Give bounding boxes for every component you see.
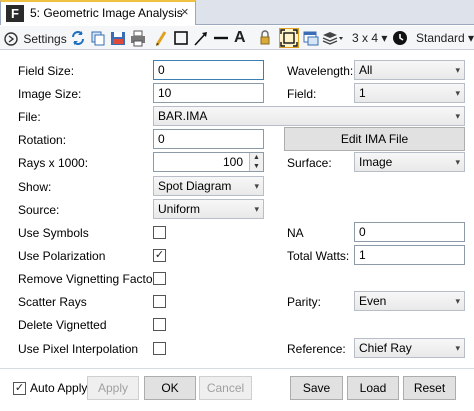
clock-icon[interactable] xyxy=(392,28,408,48)
arrow-icon[interactable] xyxy=(193,28,209,48)
save-button[interactable]: Save xyxy=(290,376,343,400)
rays-value: 100 xyxy=(222,155,243,169)
use-symbols-label: Use Symbols xyxy=(18,226,89,240)
chevron-down-icon: ▾ xyxy=(381,31,388,45)
text-icon[interactable]: A xyxy=(234,28,246,48)
copy-icon[interactable] xyxy=(90,28,106,48)
pencil-icon[interactable] xyxy=(154,28,168,48)
print-icon[interactable] xyxy=(130,28,146,48)
chevron-down-icon: ▾ xyxy=(455,88,460,98)
file-label: File: xyxy=(18,110,41,124)
auto-apply-label: Auto Apply xyxy=(30,381,88,395)
rotation-label: Rotation: xyxy=(18,133,67,147)
surface-label: Surface: xyxy=(287,156,332,170)
field-label: Field: xyxy=(287,87,317,101)
layout-dropdown[interactable]: 3 x 4 ▾ xyxy=(352,28,387,48)
use-polarization-checkbox[interactable]: ✓ xyxy=(153,249,166,262)
chevron-down-icon: ▾ xyxy=(254,204,259,214)
file-value: BAR.IMA xyxy=(158,109,208,123)
reset-button[interactable]: Reset xyxy=(403,376,456,400)
source-select[interactable]: Uniform ▾ xyxy=(153,199,264,219)
refresh-icon[interactable] xyxy=(70,28,86,48)
remove-vignetting-checkbox[interactable] xyxy=(153,272,166,285)
chevron-down-icon: ▾ xyxy=(455,65,460,75)
chevron-down-icon: ▾ xyxy=(455,157,460,167)
reference-value: Chief Ray xyxy=(359,341,412,355)
parity-value: Even xyxy=(359,294,387,308)
wavelength-label: Wavelength: xyxy=(287,64,354,78)
field-size-input[interactable]: 0 xyxy=(153,60,264,80)
scatter-rays-label: Scatter Rays xyxy=(18,295,87,309)
field-value: 1 xyxy=(359,86,366,100)
show-select[interactable]: Spot Diagram ▾ xyxy=(153,176,264,196)
spin-down-icon[interactable]: ▼ xyxy=(250,162,263,171)
na-input[interactable]: 0 xyxy=(354,222,465,242)
tab-strip: F 5: Geometric Image Analysis × xyxy=(0,0,474,25)
show-value: Spot Diagram xyxy=(158,179,232,193)
source-label: Source: xyxy=(18,203,60,217)
field-select[interactable]: 1 ▾ xyxy=(354,83,465,103)
save-icon[interactable] xyxy=(110,28,126,48)
spin-up-icon[interactable]: ▲ xyxy=(250,153,263,162)
image-size-input[interactable]: 10 xyxy=(153,83,264,103)
parity-label: Parity: xyxy=(287,295,322,309)
chevron-down-icon: ▾ xyxy=(455,343,460,353)
field-size-label: Field Size: xyxy=(18,64,75,78)
layout-label: 3 x 4 xyxy=(352,31,379,45)
pixel-interp-label: Use Pixel Interpolation xyxy=(18,342,139,356)
lock-icon[interactable] xyxy=(258,28,272,48)
rays-stepper[interactable]: 100 ▲ ▼ xyxy=(153,152,264,172)
settings-button[interactable]: Settings xyxy=(4,28,67,48)
delete-vignetted-label: Delete Vignetted xyxy=(18,318,107,332)
rectangle-icon[interactable] xyxy=(173,28,189,48)
load-button[interactable]: Load xyxy=(347,376,399,400)
pixel-interp-checkbox[interactable] xyxy=(153,342,166,355)
tab-title: 5: Geometric Image Analysis xyxy=(30,6,183,20)
tab-geometric-image-analysis[interactable]: F 5: Geometric Image Analysis × xyxy=(0,0,196,25)
settings-label: Settings xyxy=(23,31,67,46)
toolbar: Settings A 3 x 4 ▾ Standard ▾ xyxy=(0,26,474,50)
rays-spinner[interactable]: ▲ ▼ xyxy=(249,153,263,171)
surface-value: Image xyxy=(359,155,393,169)
chevron-down-icon: ▾ xyxy=(468,31,474,45)
wavelength-value: All xyxy=(359,63,373,77)
standard-label: Standard xyxy=(416,31,465,45)
ok-button[interactable]: OK xyxy=(144,376,196,400)
scatter-rays-checkbox[interactable] xyxy=(153,295,166,308)
standard-dropdown[interactable]: Standard ▾ xyxy=(416,28,474,48)
source-value: Uniform xyxy=(158,202,201,216)
apply-button[interactable]: Apply xyxy=(87,376,139,400)
rotation-input[interactable]: 0 xyxy=(153,129,264,149)
chevron-down-icon: ▾ xyxy=(455,111,460,121)
rays-label: Rays x 1000: xyxy=(18,156,89,170)
divider xyxy=(0,368,474,369)
total-watts-input[interactable]: 1 xyxy=(354,245,465,265)
reference-select[interactable]: Chief Ray ▾ xyxy=(354,338,465,358)
chevron-down-icon: ▾ xyxy=(254,181,259,191)
edit-ima-file-button[interactable]: Edit IMA File xyxy=(284,127,465,151)
close-icon[interactable]: × xyxy=(181,4,189,19)
na-label: NA xyxy=(287,226,304,240)
use-polarization-label: Use Polarization xyxy=(18,249,106,263)
use-symbols-checkbox[interactable] xyxy=(153,226,166,239)
reference-label: Reference: xyxy=(287,342,346,356)
cancel-button[interactable]: Cancel xyxy=(199,376,252,400)
settings-icon xyxy=(4,32,18,46)
wavelength-select[interactable]: All ▾ xyxy=(354,60,465,80)
layers-icon[interactable] xyxy=(322,28,344,48)
show-label: Show: xyxy=(18,180,52,194)
image-size-label: Image Size: xyxy=(18,87,82,101)
surface-select[interactable]: Image ▾ xyxy=(354,152,465,172)
delete-vignetted-checkbox[interactable] xyxy=(153,318,166,331)
window-icon[interactable] xyxy=(303,28,319,48)
total-watts-label: Total Watts: xyxy=(287,249,350,263)
remove-vignetting-label: Remove Vignetting Factors xyxy=(18,272,163,286)
file-select[interactable]: BAR.IMA ▾ xyxy=(153,106,465,126)
auto-apply-checkbox[interactable]: ✓ xyxy=(13,382,26,395)
app-icon: F xyxy=(6,5,24,22)
chevron-down-icon: ▾ xyxy=(455,296,460,306)
line-icon[interactable] xyxy=(213,28,229,48)
parity-select[interactable]: Even ▾ xyxy=(354,291,465,311)
fit-icon[interactable] xyxy=(279,28,299,48)
